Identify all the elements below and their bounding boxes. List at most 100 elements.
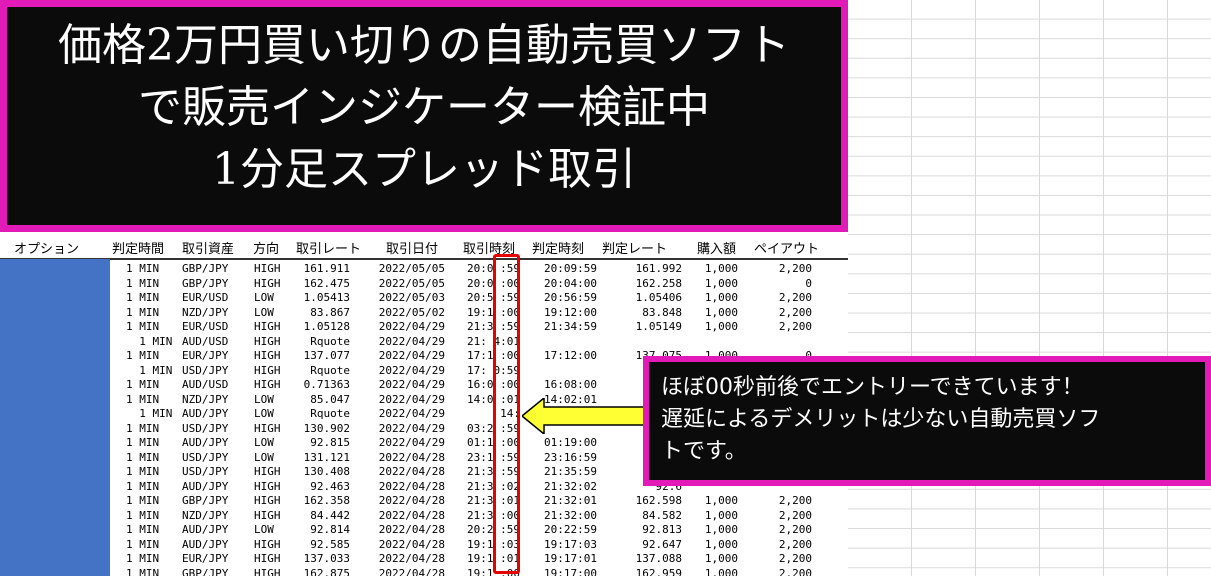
col-header-option: オプション <box>14 242 80 257</box>
table-row: 1 MIN GBP/JPY HIGH 162.358 2022/04/28 21:3 :0… <box>112 494 848 509</box>
cell-asset: GBP/JPY <box>182 276 229 290</box>
cell-payout: 2,200 <box>778 537 812 551</box>
cell-dur: 1 MIN <box>126 291 160 304</box>
cell-rate: 92.814 <box>310 523 350 536</box>
cell-amount: 1,000 <box>704 262 738 275</box>
cell-dur: 1 MIN <box>126 494 160 507</box>
cell-dur: 1 MIN <box>126 508 160 522</box>
cell-rate: 162.875 <box>303 566 350 576</box>
cell-asset: GBP/JPY <box>182 262 229 275</box>
cell-dur: 1 MIN <box>126 349 160 362</box>
cell-date: 2022/04/28 <box>378 523 445 536</box>
cell-date: 2022/05/05 <box>378 276 445 290</box>
cell-jrate: 92.813 <box>642 523 682 536</box>
cell-asset: AUD/JPY <box>182 523 229 536</box>
cell-dir: HIGH <box>254 494 281 507</box>
cell-jtime: 20:56:59 <box>544 291 597 304</box>
cell-rate: 1.05128 <box>303 320 350 333</box>
cell-dur: 1 MIN <box>126 363 173 377</box>
cell-amount: 1,000 <box>704 291 738 304</box>
cell-date: 2022/04/28 <box>378 552 445 565</box>
table-row: 1 MIN GBP/JPY HIGH 161.911 2022/05/05 20:0 :5… <box>112 262 848 277</box>
cell-date: 2022/04/29 <box>378 407 445 420</box>
cell-dir: HIGH <box>254 566 281 576</box>
cell-dur: 1 MIN <box>126 276 160 290</box>
cell-dur: 1 MIN <box>126 407 173 420</box>
callout-line-2: 遅延によるデメリットは少ない自動売買ソフ <box>661 407 1101 432</box>
cell-dir: HIGH <box>254 320 281 333</box>
cell-asset: AUD/JPY <box>182 479 229 493</box>
cell-dur: 1 MIN <box>126 537 160 551</box>
cell-rate: 92.585 <box>310 537 350 551</box>
arrow-left-icon <box>522 398 645 434</box>
cell-amount: 1,000 <box>704 537 738 551</box>
cell-jrate: 162.258 <box>635 276 682 290</box>
cell-date: 2022/04/28 <box>378 494 445 507</box>
cell-amount: 1,000 <box>704 320 738 333</box>
cell-dir: LOW <box>254 305 274 319</box>
cell-jrate: 137.088 <box>635 552 682 565</box>
time-column-highlight <box>493 254 520 574</box>
cell-dir: HIGH <box>254 479 281 493</box>
col-header-rate: 取引レート <box>296 242 362 257</box>
cell-rate: 130.902 <box>303 421 350 435</box>
cell-dir: HIGH <box>254 378 281 391</box>
cell-rate: 83.867 <box>310 305 350 319</box>
cell-jrate: 83.848 <box>642 305 682 319</box>
cell-rate: 162.358 <box>303 494 350 507</box>
cell-payout: 0 <box>805 276 812 290</box>
cell-dir: HIGH <box>254 334 281 348</box>
col-header-judge-rate: 判定レート <box>602 242 668 257</box>
cell-rate: 131.121 <box>303 450 350 464</box>
table-row: 1 MIN EUR/USD LOW 1.05413 2022/05/03 20:5 :59… <box>112 291 848 306</box>
cell-date: 2022/04/29 <box>378 363 445 377</box>
cell-jtime: 20:04:00 <box>544 276 597 290</box>
cell-date: 2022/04/28 <box>378 465 445 478</box>
cell-rate: Rquote <box>310 363 350 377</box>
cell-asset: AUD/JPY <box>182 537 229 551</box>
cell-date: 2022/04/29 <box>378 334 445 348</box>
cell-rate: 92.463 <box>310 479 350 493</box>
col-header-duration: 判定時間 <box>112 242 165 257</box>
cell-jtime: 21:32:01 <box>544 494 597 507</box>
cell-dir: HIGH <box>254 276 281 290</box>
cell-dir: HIGH <box>254 363 281 377</box>
cell-date: 2022/04/29 <box>378 378 445 391</box>
cell-date: 2022/04/28 <box>378 537 445 551</box>
cell-dir: HIGH <box>254 508 281 522</box>
cell-dir: HIGH <box>254 349 281 362</box>
cell-dur: 1 MIN <box>126 450 160 464</box>
cell-amount: 1,000 <box>704 552 738 565</box>
cell-payout: 2,200 <box>778 305 812 319</box>
cell-jtime: 17:12:00 <box>544 349 597 362</box>
cell-asset: GBP/JPY <box>182 494 229 507</box>
cell-asset: EUR/JPY <box>182 349 229 362</box>
col-header-payout: ペイアウト <box>754 242 820 257</box>
callout-line-1: ほぼ00秒前後でエントリーできています！ <box>661 375 1084 400</box>
cell-jrate: 92.647 <box>642 537 682 551</box>
cell-asset: AUD/USD <box>182 378 229 391</box>
cell-date: 2022/05/05 <box>378 262 445 275</box>
banner-line-3: 1分足スプレッド取引 <box>212 144 636 195</box>
col-header-amount: 購入額 <box>697 242 737 257</box>
cell-jtime: 19:17:00 <box>544 566 597 576</box>
cell-payout: 2,200 <box>778 552 812 565</box>
cell-jtime: 20:09:59 <box>544 262 597 275</box>
cell-jtime: 19:17:03 <box>544 537 597 551</box>
table-row: 1 MIN GBP/JPY HIGH 162.875 2022/04/28 19:1 :0… <box>112 567 848 576</box>
cell-date: 2022/04/29 <box>378 421 445 435</box>
cell-dur: 1 MIN <box>126 320 160 333</box>
cell-asset: USD/JPY <box>182 421 229 435</box>
option-column-fill <box>0 259 110 576</box>
cell-amount: 1,000 <box>704 508 738 522</box>
cell-dir: LOW <box>254 392 274 406</box>
cell-amount: 1,000 <box>704 276 738 290</box>
cell-asset: NZD/JPY <box>182 392 229 406</box>
cell-rate: 84.442 <box>310 508 350 522</box>
table-row: 1 MIN AUD/JPY LOW 92.814 2022/04/28 20:2 :59 2… <box>112 523 848 538</box>
cell-jtime: 21:34:59 <box>544 320 597 333</box>
banner-line-2: で販売インジケーター検証中 <box>138 82 710 133</box>
cell-rate: 85.047 <box>310 392 350 406</box>
cell-dur: 1 MIN <box>126 305 160 319</box>
title-banner: 価格2万円買い切りの自動売買ソフト で販売インジケーター検証中 1分足スプレッド… <box>0 0 848 232</box>
